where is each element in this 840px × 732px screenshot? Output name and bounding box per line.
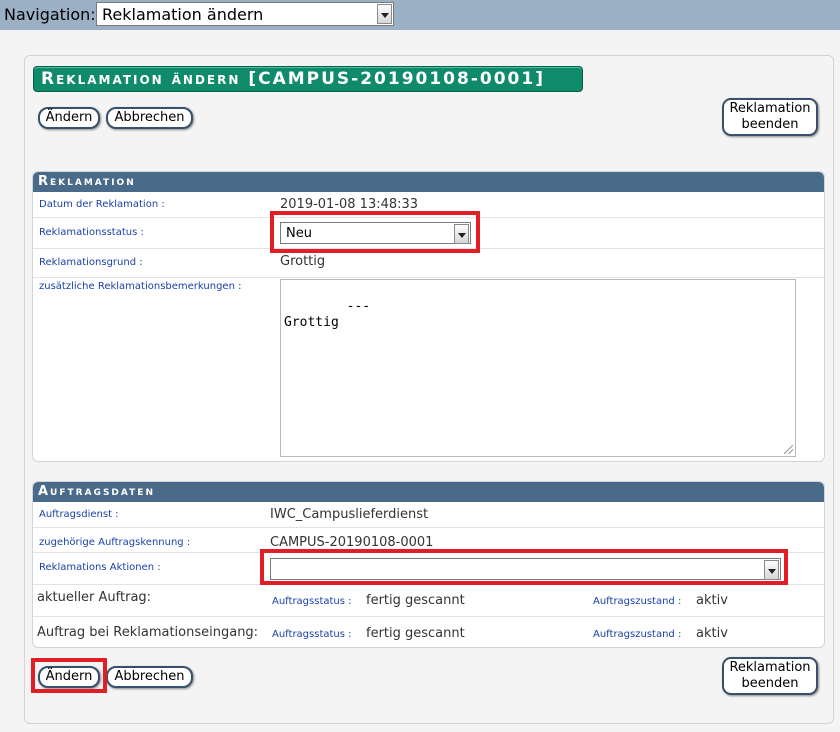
- change-button-top[interactable]: Ändern: [38, 107, 100, 129]
- finish-complaint-button-top[interactable]: Reklamation beenden: [722, 98, 818, 136]
- complaint-remarks-label: zusätzliche Reklamationsbemerkungen: [39, 281, 235, 292]
- order-at-complaint-row: Auftrag bei Reklamationseingang: Auftrag…: [33, 616, 824, 647]
- order-at-complaint-label: Auftrag bei Reklamationseingang:: [37, 625, 259, 640]
- finish-button-line1: Reklamation: [729, 660, 811, 675]
- highlight-status-select: [270, 211, 480, 253]
- current-order-row: aktueller Auftrag: Auftragsstatus : fert…: [33, 584, 824, 616]
- navigation-select[interactable]: Reklamation ändern: [96, 2, 394, 26]
- main-card: Reklamation ändern [CAMPUS-20190108-0001…: [24, 55, 834, 724]
- cancel-button-top[interactable]: Abbrechen: [106, 107, 193, 129]
- complaint-actions-label: Reklamations Aktionen: [39, 562, 155, 573]
- complaint-section-heading: Reklamation: [33, 172, 824, 192]
- highlight-change-button: [31, 658, 107, 693]
- complaint-reason-value: Grottig: [280, 254, 326, 269]
- current-order-state-value: aktiv: [696, 593, 728, 608]
- finish-button-line2: beenden: [741, 117, 799, 132]
- resize-grip-icon[interactable]: [784, 445, 793, 454]
- current-order-state-label: Auftragszustand: [593, 596, 675, 607]
- current-order-status-value: fertig gescannt: [366, 593, 465, 608]
- complaint-date-label: Datum der Reklamation: [39, 199, 159, 210]
- finish-button-line1: Reklamation: [729, 101, 811, 116]
- finish-button-line2: beenden: [741, 676, 799, 691]
- order-id-value: CAMPUS-20190108-0001: [270, 535, 434, 550]
- current-order-status-label: Auftragsstatus: [272, 596, 345, 607]
- order-id-label: zugehörige Auftragskennung: [39, 537, 184, 548]
- order-service-value: IWC_Campuslieferdienst: [270, 507, 429, 522]
- navigation-bar: Navigation: Reklamation ändern: [0, 0, 840, 30]
- order-at-complaint-state-value: aktiv: [696, 626, 728, 641]
- finish-complaint-button-bottom[interactable]: Reklamation beenden: [722, 657, 818, 695]
- complaint-status-label: Reklamationsstatus: [39, 227, 138, 238]
- cancel-button-bottom[interactable]: Abbrechen: [106, 666, 193, 688]
- navigation-select-value: Reklamation ändern: [102, 5, 264, 24]
- chevron-down-icon[interactable]: [377, 4, 392, 24]
- complaint-remarks-text: --- Grottig: [284, 299, 371, 330]
- complaint-remarks-textarea[interactable]: --- Grottig: [280, 279, 796, 457]
- order-at-complaint-status-value: fertig gescannt: [366, 626, 465, 641]
- complaint-remarks-row: zusätzliche Reklamationsbemerkungen : --…: [33, 277, 824, 461]
- order-section-heading: Auftragsdaten: [33, 482, 824, 502]
- order-service-label: Auftragsdienst: [39, 509, 112, 520]
- complaint-reason-label: Reklamationsgrund: [39, 257, 137, 268]
- page-title: Reklamation ändern [CAMPUS-20190108-0001…: [33, 66, 583, 92]
- complaint-date-value: 2019-01-08 13:48:33: [280, 197, 419, 212]
- navigation-label: Navigation:: [4, 5, 96, 24]
- order-at-complaint-status-label: Auftragsstatus: [272, 629, 345, 640]
- order-service-row: Auftragsdienst : IWC_Campuslieferdienst: [39, 507, 429, 522]
- order-at-complaint-state-label: Auftragszustand: [593, 629, 675, 640]
- current-order-label: aktueller Auftrag:: [37, 590, 152, 605]
- highlight-actions-select: [260, 549, 788, 585]
